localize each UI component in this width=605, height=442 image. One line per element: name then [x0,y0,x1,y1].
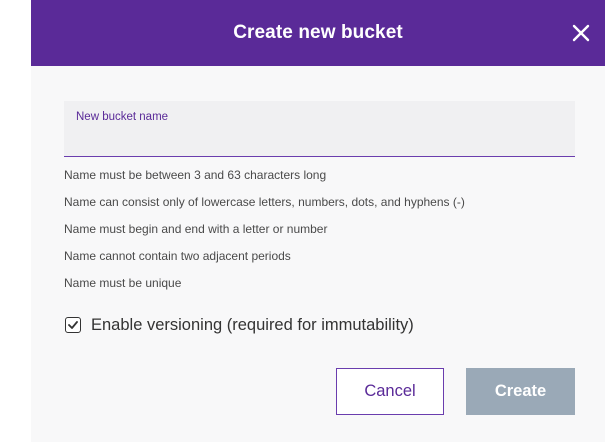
bucket-name-input[interactable] [76,128,556,150]
versioning-checkbox-row[interactable]: Enable versioning (required for immutabi… [65,314,414,336]
versioning-checkbox[interactable] [65,317,81,333]
name-rule: Name cannot contain two adjacent periods [64,249,291,263]
name-rules-list: Name must be between 3 and 63 characters… [64,167,594,302]
name-rule: Name must be unique [64,276,182,290]
create-button[interactable]: Create [466,368,575,415]
name-rule: Name must be between 3 and 63 characters… [64,168,327,182]
create-bucket-dialog: Create new bucket New bucket name Name m… [31,0,605,442]
close-icon[interactable] [572,24,590,42]
checkmark-icon [68,321,78,329]
versioning-checkbox-label: Enable versioning (required for immutabi… [91,315,414,334]
close-icon-glyph [572,24,590,42]
name-rule: Name must begin and end with a letter or… [64,222,328,236]
bucket-name-label: New bucket name [76,111,169,123]
cancel-button[interactable]: Cancel [336,368,444,415]
bucket-name-field[interactable]: New bucket name [64,101,575,157]
dialog-title: Create new bucket [233,22,403,43]
page: Create new bucket New bucket name Name m… [0,0,605,442]
name-rule: Name can consist only of lowercase lette… [64,195,465,209]
dialog-header: Create new bucket [31,0,605,66]
